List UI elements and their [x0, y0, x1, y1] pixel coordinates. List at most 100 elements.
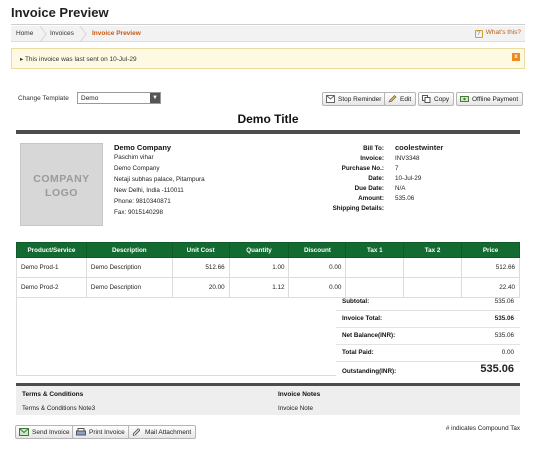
- print-invoice-label: Print Invoice: [89, 429, 125, 436]
- quantity-cell: 1.00: [228, 257, 290, 278]
- template-label: Change Template: [18, 95, 69, 102]
- outstanding-row: Outstanding(INR): 535.06: [336, 362, 520, 382]
- unit-cost-cell: 512.66: [171, 257, 230, 278]
- notice-text: This invoice was last sent on 10-Jul-29: [24, 56, 137, 63]
- table-row: Demo Prod-1 Demo Description 512.66 1.00…: [16, 257, 520, 278]
- notice-message: ▸ This invoice was last sent on 10-Jul-2…: [20, 56, 137, 63]
- mail-attachment-button[interactable]: Mail Attachment: [128, 425, 197, 439]
- reminder-icon: [326, 95, 335, 103]
- bill-to-label: Bill To:: [363, 145, 384, 152]
- notes-text: Invoice Note: [278, 405, 314, 412]
- outstanding-value: 535.06: [480, 363, 514, 375]
- breadcrumb-separator-icon: [79, 26, 87, 42]
- send-invoice-button[interactable]: Send Invoice: [15, 425, 75, 439]
- outstanding-label: Outstanding(INR):: [342, 368, 397, 375]
- invoice-total-value: 535.06: [494, 315, 514, 322]
- column-header: Description: [85, 242, 173, 258]
- company-address-line: Paschim vihar: [114, 154, 154, 161]
- purchase-no-value: 7: [395, 165, 399, 172]
- notes-heading: Invoice Notes: [278, 391, 321, 398]
- table-header-row: Product/Service Description Unit Cost Qu…: [16, 242, 520, 258]
- company-address-line: Demo Company: [114, 165, 160, 172]
- template-select-value: Demo: [81, 95, 99, 102]
- notice-banner: ▸ This invoice was last sent on 10-Jul-2…: [11, 48, 525, 69]
- breadcrumb-current: Invoice Preview: [92, 30, 141, 37]
- column-header: Tax 2: [403, 242, 463, 258]
- company-name: Demo Company: [114, 143, 172, 152]
- send-icon: [19, 428, 29, 436]
- total-paid-value: 0.00: [501, 349, 514, 356]
- help-label: What's this?: [485, 29, 521, 36]
- chevron-down-icon: ▼: [150, 93, 160, 103]
- compound-tax-note: # indicates Compound Tax: [445, 425, 520, 432]
- line-items-table: Product/Service Description Unit Cost Qu…: [16, 242, 520, 298]
- invoice-number-label: Invoice:: [360, 155, 384, 162]
- title-divider: [11, 24, 525, 25]
- date-label: Date:: [368, 175, 384, 182]
- printer-icon: [76, 428, 86, 436]
- column-header: Price: [461, 242, 520, 258]
- net-balance-value: 535.06: [494, 332, 514, 339]
- shipping-details-label: Shipping Details:: [332, 205, 384, 212]
- net-balance-row: Net Balance(INR): 535.06: [336, 328, 520, 345]
- logo-line-1: COMPANY: [33, 173, 90, 185]
- copy-button[interactable]: Copy: [418, 92, 455, 106]
- breadcrumb-separator-icon: [39, 26, 47, 42]
- invoice-total-row: Invoice Total: 535.06: [336, 311, 520, 328]
- terms-heading: Terms & Conditions: [22, 391, 84, 398]
- bill-to-value: coolestwinter: [395, 143, 444, 152]
- subtotal-value: 535.06: [494, 298, 514, 305]
- edit-button[interactable]: Edit: [384, 92, 417, 106]
- breadcrumb: Home Invoices Invoice Preview ? What's th…: [11, 26, 525, 42]
- invoice-number-value: INV3348: [395, 155, 420, 162]
- due-date-label: Due Date:: [354, 185, 384, 192]
- discount-cell: 0.00: [288, 257, 347, 278]
- tax2-cell: [403, 257, 463, 278]
- net-balance-label: Net Balance(INR):: [342, 332, 396, 339]
- header-divider: [16, 130, 520, 134]
- edit-label: Edit: [400, 96, 412, 103]
- purchase-no-label: Purchase No.:: [341, 165, 384, 172]
- total-paid-row: Total Paid: 0.00: [336, 345, 520, 362]
- column-header: Product/Service: [16, 242, 87, 258]
- offline-payment-button[interactable]: Offline Payment: [456, 92, 524, 106]
- help-icon: ?: [474, 30, 483, 38]
- offline-payment-label: Offline Payment: [472, 96, 519, 103]
- document-title: Demo Title: [237, 112, 299, 126]
- stop-reminder-button[interactable]: Stop Reminder: [322, 92, 387, 106]
- send-invoice-label: Send Invoice: [32, 429, 70, 436]
- company-logo: COMPANY LOGO: [20, 143, 103, 226]
- description-cell: Demo Description: [85, 257, 173, 278]
- subtotal-label: Subtotal:: [342, 298, 370, 305]
- terms-notes-section: Terms & Conditions Terms & Conditions No…: [16, 383, 520, 415]
- logo-line-2: LOGO: [45, 187, 78, 199]
- payment-icon: [460, 96, 469, 102]
- amount-value: 535.06: [395, 195, 415, 202]
- breadcrumb-invoices[interactable]: Invoices: [50, 30, 74, 37]
- close-icon[interactable]: x: [512, 53, 520, 61]
- breadcrumb-home[interactable]: Home: [16, 30, 33, 37]
- product-cell: Demo Prod-1: [16, 257, 87, 278]
- page-title: Invoice Preview: [11, 5, 109, 20]
- copy-icon: [422, 95, 431, 103]
- print-invoice-button[interactable]: Print Invoice: [72, 425, 130, 439]
- subtotal-row: Subtotal: 535.06: [336, 294, 520, 311]
- price-cell: 512.66: [461, 257, 520, 278]
- template-select[interactable]: Demo ▼: [77, 92, 161, 104]
- mail-attachment-label: Mail Attachment: [145, 429, 192, 436]
- company-address-line: New Delhi, India -110011: [114, 187, 184, 194]
- company-address-line: Netaji subhas palace, Pitampura: [114, 176, 205, 183]
- amount-label: Amount:: [358, 195, 384, 202]
- company-fax: Fax: 9015140298: [114, 209, 164, 216]
- invoice-total-label: Invoice Total:: [342, 315, 383, 322]
- column-header: Quantity: [228, 242, 290, 258]
- copy-label: Copy: [434, 96, 450, 103]
- help-link[interactable]: ? What's this?: [474, 29, 521, 38]
- stop-reminder-label: Stop Reminder: [338, 96, 382, 103]
- pencil-icon: [388, 95, 397, 103]
- column-header: Unit Cost: [171, 242, 230, 258]
- column-header: Tax 1: [345, 242, 405, 258]
- column-header: Discount: [288, 242, 347, 258]
- terms-text: Terms & Conditions Note3: [22, 405, 96, 412]
- tax1-cell: [345, 257, 405, 278]
